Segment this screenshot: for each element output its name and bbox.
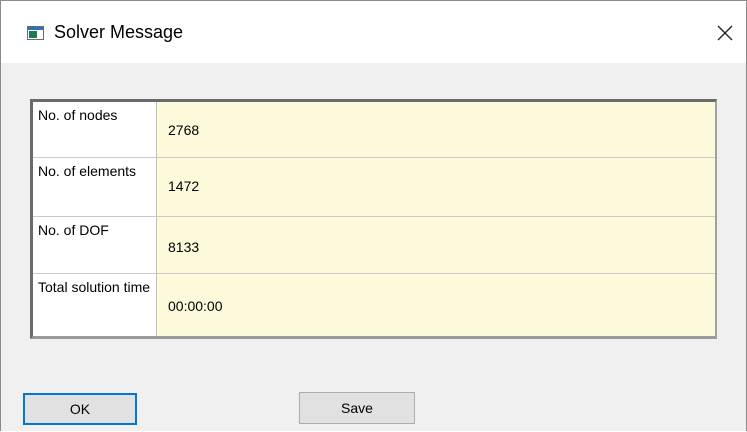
row-value-cell[interactable]: 2768: [157, 102, 715, 157]
row-value: 00:00:00: [168, 298, 223, 314]
solver-message-dialog: Solver Message No. of nodes 2768 No. of …: [0, 0, 747, 431]
row-value: 1472: [168, 178, 200, 194]
row-label: Total solution time: [33, 274, 157, 336]
solver-window-icon: [27, 26, 44, 40]
table-row: No. of DOF 8133: [33, 217, 715, 274]
row-value-cell[interactable]: 1472: [157, 158, 715, 216]
ok-button[interactable]: OK: [23, 393, 137, 425]
table-row: No. of nodes 2768: [33, 102, 715, 158]
close-button[interactable]: [704, 13, 746, 53]
row-label: No. of DOF: [33, 217, 157, 273]
results-table: No. of nodes 2768 No. of elements 1472 N…: [30, 99, 717, 339]
row-value: 8133: [168, 239, 200, 255]
row-value-cell[interactable]: 00:00:00: [157, 274, 715, 336]
row-value: 2768: [168, 122, 200, 138]
window-title: Solver Message: [54, 22, 184, 42]
table-row: No. of elements 1472: [33, 158, 715, 217]
row-label: No. of elements: [33, 158, 157, 216]
close-icon: [717, 25, 733, 41]
save-button[interactable]: Save: [299, 392, 415, 424]
table-row: Total solution time 00:00:00: [33, 274, 715, 336]
row-label: No. of nodes: [33, 102, 157, 157]
row-value-cell[interactable]: 8133: [157, 217, 715, 273]
title-bar: Solver Message: [1, 1, 746, 63]
